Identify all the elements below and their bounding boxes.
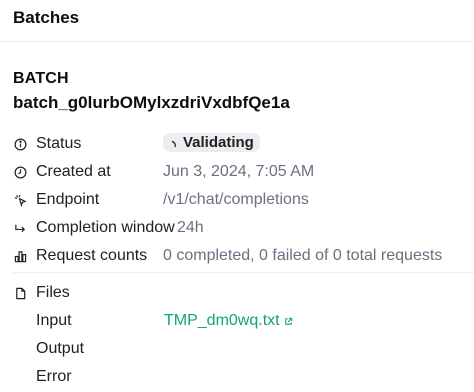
- endpoint-value: /v1/chat/completions: [163, 191, 309, 208]
- endpoint-label: Endpoint: [36, 191, 100, 208]
- page-header: Batches: [0, 0, 474, 42]
- status-label: Status: [36, 135, 82, 152]
- external-link-icon: [284, 317, 292, 325]
- file-icon: [13, 286, 28, 301]
- created-at-row: Created at Jun 3, 2024, 7:05 AM: [13, 160, 314, 184]
- output-file-row: Output: [0, 337, 474, 361]
- request-counts-label: Request counts: [36, 247, 148, 264]
- request-counts-value: 0 completed, 0 failed of 0 total request…: [163, 247, 443, 264]
- input-label: Input: [36, 312, 72, 329]
- status-value: Validating: [163, 132, 260, 156]
- input-file-link[interactable]: TMP_dm0wq.txt: [164, 312, 293, 330]
- input-file-name[interactable]: TMP_dm0wq.txt: [164, 312, 280, 330]
- section-divider: [13, 272, 474, 273]
- bar-chart-icon: [13, 249, 28, 264]
- files-row: Files: [13, 281, 70, 305]
- batch-id: batch_g0lurbOMylxzdriVxdbfQe1a: [13, 93, 290, 112]
- created-at-label: Created at: [36, 163, 111, 180]
- batch-label: BATCH: [13, 70, 69, 87]
- info-icon: [13, 137, 28, 152]
- created-at-value: Jun 3, 2024, 7:05 AM: [163, 163, 315, 180]
- files-label: Files: [36, 284, 70, 301]
- status-badge: Validating: [163, 132, 260, 152]
- completion-window-label: Completion window: [36, 219, 175, 236]
- page-title: Batches: [13, 8, 80, 27]
- request-counts-row: Request counts 0 completed, 0 failed of …: [13, 244, 442, 268]
- output-label: Output: [36, 340, 85, 357]
- clock-icon: [13, 165, 28, 180]
- pointer-icon: [13, 193, 28, 208]
- arrow-return-icon: [13, 221, 28, 236]
- completion-window-value: 24h: [177, 219, 204, 236]
- error-file-row: Error: [0, 365, 474, 389]
- error-label: Error: [36, 368, 72, 385]
- status-badge-text: Validating: [183, 133, 254, 151]
- status-row: Status Validating: [13, 132, 260, 156]
- endpoint-row: Endpoint /v1/chat/completions: [13, 188, 309, 212]
- completion-window-row: Completion window 24h: [13, 216, 204, 240]
- spinner-icon: [170, 137, 178, 148]
- input-file-row: Input TMP_dm0wq.txt: [0, 309, 474, 333]
- input-file-value: TMP_dm0wq.txt: [164, 312, 293, 330]
